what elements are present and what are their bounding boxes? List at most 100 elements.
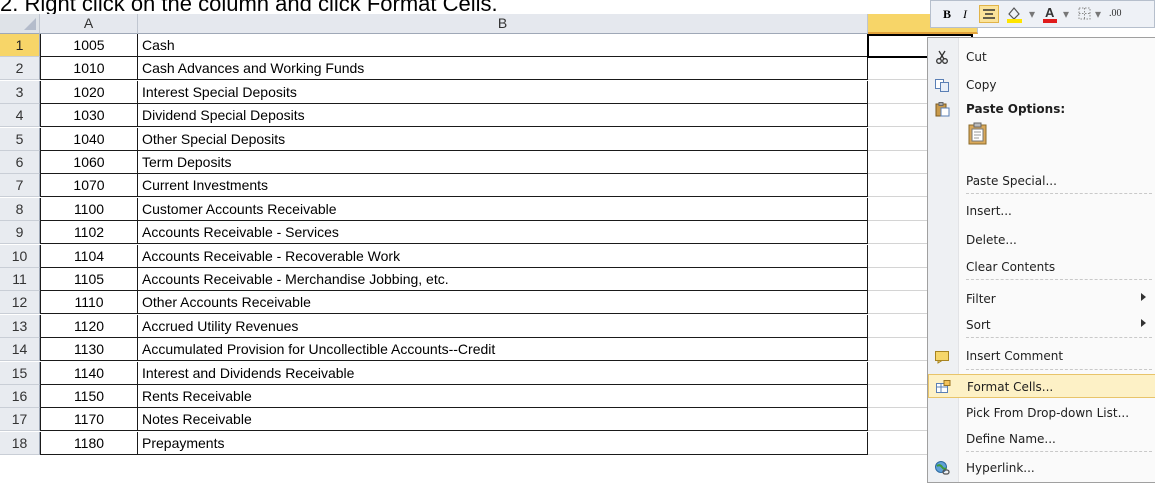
cell-account-number[interactable]: 1040 (40, 127, 138, 151)
menu-item-delete[interactable]: Delete... (928, 228, 1155, 252)
select-all-corner[interactable] (0, 14, 40, 34)
row-header[interactable]: 10 (0, 244, 40, 268)
menu-label-insert: Insert... (966, 204, 1012, 218)
increase-decimal-button[interactable]: .00 (1109, 5, 1122, 23)
cell-account-number[interactable]: 1150 (40, 385, 138, 408)
bold-button[interactable]: B (943, 5, 951, 23)
cell-account-number[interactable]: 1030 (40, 104, 138, 128)
cell-account-name[interactable]: Accounts Receivable - Services (138, 221, 868, 245)
context-menu: Cut Copy Paste Options: Paste Special...… (927, 37, 1155, 483)
row-header[interactable]: 3 (0, 80, 40, 104)
menu-label-sort: Sort (966, 318, 991, 332)
menu-label-paste-special: Paste Special... (966, 174, 1057, 188)
row-header[interactable]: 6 (0, 151, 40, 174)
cell-account-name[interactable]: Prepayments (138, 431, 868, 455)
cell-account-number[interactable]: 1010 (40, 57, 138, 81)
italic-button[interactable]: I (963, 5, 967, 23)
row-header[interactable]: 16 (0, 385, 40, 408)
cell-account-number[interactable]: 1120 (40, 314, 138, 338)
cell-account-name[interactable]: Rents Receivable (138, 385, 868, 408)
menu-item-clear-contents[interactable]: Clear Contents (928, 255, 1155, 279)
menu-label-pick-from-list: Pick From Drop-down List... (966, 406, 1130, 420)
row-header[interactable]: 9 (0, 221, 40, 245)
cell-account-name[interactable]: Interest and Dividends Receivable (138, 361, 868, 385)
cell-account-number[interactable]: 1130 (40, 338, 138, 362)
cell-account-name[interactable]: Dividend Special Deposits (138, 104, 868, 128)
menu-item-hyperlink[interactable]: Hyperlink... (928, 456, 1155, 480)
menu-label-format-cells: Format Cells... (967, 380, 1054, 394)
cell-account-name[interactable]: Accrued Utility Revenues (138, 314, 868, 338)
cell-account-number[interactable]: 1180 (40, 431, 138, 455)
cell-account-number[interactable]: 1102 (40, 221, 138, 245)
font-color-icon: A (1043, 5, 1057, 23)
row-header[interactable]: 18 (0, 431, 40, 455)
cell-account-number[interactable]: 1070 (40, 174, 138, 198)
menu-item-define-name[interactable]: Define Name... (928, 427, 1155, 451)
row-header[interactable]: 7 (0, 174, 40, 198)
menu-label-clear-contents: Clear Contents (966, 260, 1056, 274)
paste-option-default[interactable] (928, 122, 1155, 148)
menu-item-sort[interactable]: Sort (928, 313, 1155, 337)
row-header[interactable]: 13 (0, 314, 40, 338)
borders-dropdown-icon[interactable]: ▾ (1095, 5, 1101, 23)
column-header-a[interactable]: A (40, 14, 138, 34)
cell-account-name[interactable]: Cash (138, 34, 868, 57)
menu-item-pick-from-list[interactable]: Pick From Drop-down List... (928, 401, 1155, 425)
cell-account-number[interactable]: 1104 (40, 244, 138, 268)
cell-account-name[interactable]: Customer Accounts Receivable (138, 197, 868, 221)
cell-account-name[interactable]: Accounts Receivable - Merchandise Jobbin… (138, 268, 868, 291)
menu-item-cut[interactable]: Cut (928, 45, 1155, 69)
menu-label-filter: Filter (966, 292, 996, 306)
cell-account-number[interactable]: 1170 (40, 408, 138, 432)
font-color-button[interactable]: A (1041, 5, 1059, 23)
row-header[interactable]: 4 (0, 104, 40, 128)
borders-button[interactable] (1077, 5, 1093, 23)
menu-item-copy[interactable]: Copy (928, 73, 1155, 97)
cell-account-name[interactable]: Term Deposits (138, 151, 868, 174)
cell-account-number[interactable]: 1060 (40, 151, 138, 174)
row-header[interactable]: 12 (0, 291, 40, 315)
cell-account-name[interactable]: Accounts Receivable - Recoverable Work (138, 244, 868, 268)
menu-label-define-name: Define Name... (966, 432, 1056, 446)
cell-account-name[interactable]: Notes Receivable (138, 408, 868, 432)
row-header[interactable]: 15 (0, 361, 40, 385)
menu-item-paste-special[interactable]: Paste Special... (928, 169, 1155, 193)
menu-item-insert[interactable]: Insert... (928, 199, 1155, 223)
cell-account-number[interactable]: 1020 (40, 80, 138, 104)
mini-toolbar: B I ▾ A ▾ ▾ .00 (930, 0, 1155, 28)
column-header-b[interactable]: B (138, 14, 868, 34)
row-header[interactable]: 11 (0, 268, 40, 291)
fill-color-dropdown-icon[interactable]: ▾ (1029, 5, 1035, 23)
cell-account-name[interactable]: Other Accounts Receivable (138, 291, 868, 315)
fill-color-button[interactable] (1005, 5, 1027, 23)
align-center-button[interactable] (979, 5, 999, 23)
cell-account-number[interactable]: 1100 (40, 197, 138, 221)
menu-label-cut: Cut (966, 50, 987, 64)
cell-account-name[interactable]: Accumulated Provision for Uncollectible … (138, 338, 868, 362)
clipboard-paste-icon[interactable] (966, 122, 990, 146)
cell-account-number[interactable]: 1140 (40, 361, 138, 385)
row-header[interactable]: 2 (0, 57, 40, 81)
row-header[interactable]: 1 (0, 34, 40, 57)
cell-account-name[interactable]: Cash Advances and Working Funds (138, 57, 868, 81)
menu-item-insert-comment[interactable]: Insert Comment (928, 344, 1155, 368)
cell-account-name[interactable]: Current Investments (138, 174, 868, 198)
menu-separator (966, 337, 1152, 338)
menu-item-filter[interactable]: Filter (928, 287, 1155, 311)
cell-account-name[interactable]: Other Special Deposits (138, 127, 868, 151)
row-header[interactable]: 17 (0, 408, 40, 432)
cell-account-name[interactable]: Interest Special Deposits (138, 80, 868, 104)
menu-label-copy: Copy (966, 78, 997, 92)
row-header[interactable]: 8 (0, 197, 40, 221)
menu-separator (966, 451, 1152, 452)
submenu-arrow-icon (1141, 293, 1146, 301)
row-header[interactable]: 14 (0, 338, 40, 362)
menu-item-format-cells[interactable]: Format Cells... (928, 374, 1155, 398)
cell-account-number[interactable]: 1110 (40, 291, 138, 315)
row-header[interactable]: 5 (0, 127, 40, 151)
cell-account-number[interactable]: 1105 (40, 268, 138, 291)
font-color-dropdown-icon[interactable]: ▾ (1063, 5, 1069, 23)
cell-account-number[interactable]: 1005 (40, 34, 138, 57)
menu-label-hyperlink: Hyperlink... (966, 461, 1035, 475)
decimal-label: .00 (1109, 8, 1122, 19)
